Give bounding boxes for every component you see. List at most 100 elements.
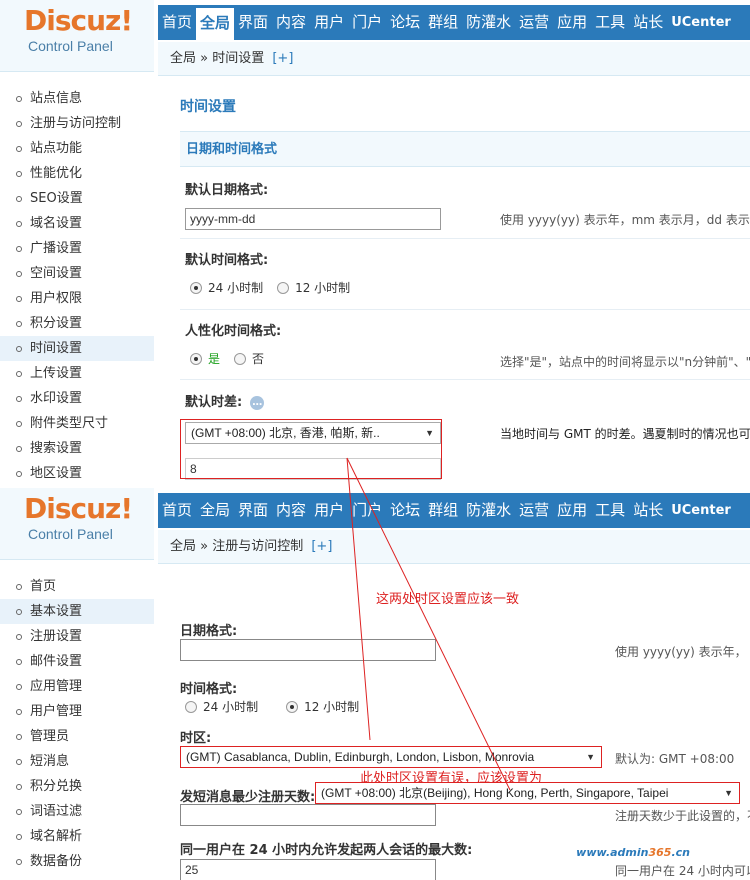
sidebar-item[interactable]: 邮件设置 — [0, 649, 154, 674]
humanize-label: 人性化时间格式: — [185, 324, 282, 339]
sidebar-item[interactable]: 广播设置 — [0, 236, 154, 261]
date-format-input[interactable]: yyyy-mm-dd — [185, 208, 441, 230]
nav-item[interactable]: 工具 — [591, 493, 629, 528]
sidebar-item[interactable]: 域名设置 — [0, 211, 154, 236]
sidebar-item[interactable]: 地区设置 — [0, 461, 154, 486]
row-divider — [180, 238, 750, 239]
nav-item[interactable]: 首页 — [158, 5, 196, 40]
date-format-hint: 使用 yyyy(yy) 表示年，mm 表示月，dd 表示 — [500, 213, 750, 227]
sidebar-item[interactable]: 用户权限 — [0, 286, 154, 311]
nav-item[interactable]: 用户 — [310, 493, 348, 528]
top-nav: 首页 全局 界面 内容 用户 门户 论坛 群组 防灌水 运营 应用 工具 站长 UCenter — [158, 5, 750, 40]
breadcrumb-add-button[interactable]: [+] — [311, 539, 332, 554]
watermark-www: www. — [576, 846, 611, 859]
nav-item[interactable]: 站长 — [629, 493, 667, 528]
nav-item[interactable]: 界面 — [234, 5, 272, 40]
sidebar-item[interactable]: 积分兑换 — [0, 774, 154, 799]
nav-item[interactable]: 应用 — [553, 5, 591, 40]
radio-yes[interactable] — [190, 352, 202, 365]
correct-timezone-value: (GMT +08:00) 北京(Beijing), Hong Kong, Per… — [321, 786, 669, 800]
sidebar-item[interactable]: 性能优化 — [0, 161, 154, 186]
sidebar-item[interactable]: 应用管理 — [0, 674, 154, 699]
nav-item[interactable]: 防灌水 — [462, 5, 515, 40]
min-days-input[interactable] — [180, 804, 436, 826]
timezone-label-text: 默认时差: — [185, 395, 243, 410]
nav-item[interactable]: 门户 — [348, 5, 386, 40]
nav-item[interactable]: 首页 — [158, 493, 196, 528]
sidebar-item[interactable]: 空间设置 — [0, 261, 154, 286]
sidebar-item[interactable]: 管理员 — [0, 724, 154, 749]
logo: Discuz! Control Panel — [0, 0, 154, 72]
nav-item[interactable]: UCenter — [667, 493, 735, 528]
sidebar-item[interactable]: 数据备份 — [0, 849, 154, 874]
top-admin-panel: Discuz! Control Panel 首页 全局 界面 内容 用户 门户 论坛 群组 防灌… — [0, 0, 750, 488]
timezone-select[interactable]: (GMT) Casablanca, Dublin, Edinburgh, Lon… — [180, 746, 602, 768]
sidebar-item[interactable]: SEO设置 — [0, 186, 154, 211]
correct-timezone-option[interactable]: (GMT +08:00) 北京(Beijing), Hong Kong, Per… — [315, 782, 740, 804]
date-format-input[interactable] — [180, 639, 436, 661]
bottom-admin-panel: Discuz! Control Panel 首页 全局 界面 内容 用户 门户 论坛 群组 防灌… — [0, 488, 750, 880]
nav-item[interactable]: 群组 — [424, 493, 462, 528]
sidebar-item[interactable]: 短消息 — [0, 749, 154, 774]
nav-item[interactable]: 门户 — [348, 493, 386, 528]
nav-item[interactable]: 运营 — [515, 493, 553, 528]
nav-item[interactable]: 内容 — [272, 5, 310, 40]
logo: Discuz! Control Panel — [0, 488, 154, 560]
help-icon[interactable]: … — [250, 395, 265, 410]
sidebar-item[interactable]: 附件类型尺寸 — [0, 411, 154, 436]
nav-item[interactable]: 论坛 — [386, 5, 424, 40]
breadcrumb-add-button[interactable]: [+] — [272, 51, 293, 66]
nav-item[interactable]: 站长 — [629, 5, 667, 40]
watermark-tld: .cn — [671, 846, 690, 859]
radio-12h[interactable] — [277, 281, 290, 294]
date-format-hint: 使用 yyyy(yy) 表示年， — [615, 645, 747, 659]
radio-no[interactable] — [234, 352, 247, 365]
main-content: 这两处时区设置应该一致 日期格式: 使用 yyyy(yy) 表示年， 时间格式:… — [158, 564, 750, 880]
sidebar-item[interactable]: 首页 — [0, 574, 154, 599]
chevron-down-icon: ▼ — [724, 788, 733, 798]
nav-item[interactable]: 全局 — [196, 5, 235, 40]
nav-item[interactable]: 运营 — [515, 5, 553, 40]
watermark-name: admin — [610, 846, 649, 859]
sidebar-item[interactable]: 基本设置 — [0, 599, 154, 624]
sidebar-item[interactable]: 注册设置 — [0, 624, 154, 649]
sidebar: 首页 基本设置 注册设置 邮件设置 应用管理 用户管理 管理员 短消息 积分兑换 词语过滤 域名解析… — [0, 574, 154, 874]
sidebar-item[interactable]: 注册与访问控制 — [0, 111, 154, 136]
nav-item[interactable]: 用户 — [310, 5, 348, 40]
nav-item[interactable]: 应用 — [553, 493, 591, 528]
highlight-box — [180, 419, 442, 479]
time-format-radios: 24 小时制 12 小时制 — [185, 698, 373, 715]
sidebar-item[interactable]: 域名解析 — [0, 824, 154, 849]
max-conv-input[interactable]: 25 — [180, 859, 436, 880]
sidebar-item[interactable]: 词语过滤 — [0, 799, 154, 824]
radio-12h[interactable] — [286, 700, 299, 713]
nav-item[interactable]: 论坛 — [386, 493, 424, 528]
nav-item[interactable]: 内容 — [272, 493, 310, 528]
sidebar-item[interactable]: 站点信息 — [0, 86, 154, 111]
radio-yes-label: 是 — [208, 352, 221, 366]
sidebar-item[interactable]: 上传设置 — [0, 361, 154, 386]
nav-item[interactable]: 防灌水 — [462, 493, 515, 528]
nav-item[interactable]: 全局 — [196, 493, 234, 528]
row-divider — [180, 379, 750, 380]
sidebar-item[interactable]: 水印设置 — [0, 386, 154, 411]
nav-item[interactable]: 群组 — [424, 5, 462, 40]
sidebar-item[interactable]: 积分设置 — [0, 311, 154, 336]
radio-12h-label: 12 小时制 — [295, 281, 351, 295]
sidebar-item[interactable]: 搜索设置 — [0, 436, 154, 461]
nav-item[interactable]: 界面 — [234, 493, 272, 528]
sidebar-item[interactable]: 用户管理 — [0, 699, 154, 724]
page-title: 时间设置 — [180, 99, 236, 115]
sidebar: 站点信息 注册与访问控制 站点功能 性能优化 SEO设置 域名设置 广播设置 空间设置 用户权限… — [0, 86, 154, 486]
radio-24h[interactable] — [190, 281, 202, 294]
nav-item[interactable]: UCenter — [667, 5, 735, 40]
breadcrumb: 全局 » 注册与访问控制 [+] — [158, 530, 750, 564]
nav-item[interactable]: 工具 — [591, 5, 629, 40]
sidebar-item[interactable]: 时间设置 — [0, 336, 154, 361]
min-days-label: 发短消息最少注册天数: — [180, 790, 316, 805]
logo-excl: ! — [120, 4, 133, 37]
date-format-label: 日期格式: — [180, 624, 238, 639]
sidebar-item[interactable]: 站点功能 — [0, 136, 154, 161]
radio-24h[interactable] — [185, 700, 197, 713]
logo-subtitle: Control Panel — [28, 526, 113, 542]
